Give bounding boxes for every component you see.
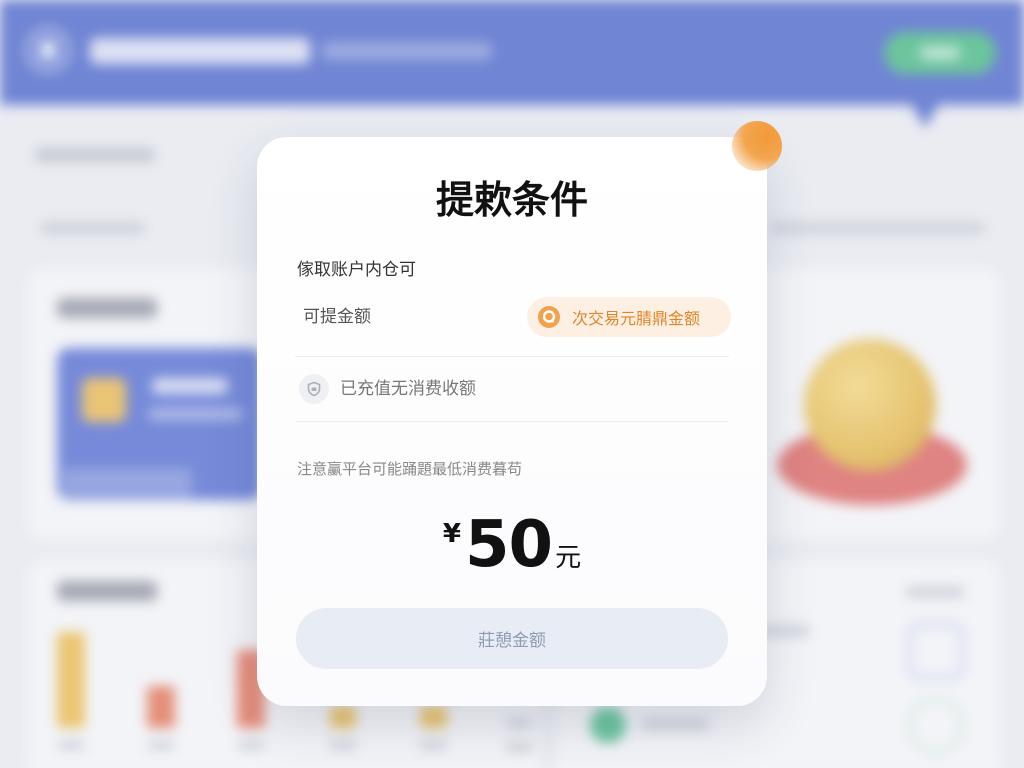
withdrawable-tag-text: 次交易元腈鼎金额 bbox=[572, 309, 701, 328]
recharged-unconsumed-label: 已充值无消费收额 bbox=[340, 379, 476, 399]
amount-unit: 元 bbox=[555, 543, 582, 573]
modal-title: 提欶条件 bbox=[435, 178, 588, 222]
modal-subtitle: 傢取账户内仓可 bbox=[297, 260, 416, 280]
withdrawable-amount-label: 可提金额 bbox=[303, 307, 371, 327]
minimum-amount: ¥ 50 元 bbox=[257, 505, 767, 585]
shield-icon bbox=[299, 374, 329, 404]
orange-dot-badge bbox=[732, 121, 782, 171]
withdraw-amount-button[interactable]: 莊憩金额 bbox=[296, 608, 728, 669]
coin-icon bbox=[537, 305, 561, 329]
amount-value: 50 bbox=[465, 508, 553, 582]
divider bbox=[295, 421, 729, 422]
notice-text: 注意臝平台可能踊題最低消费暮苟 bbox=[297, 460, 523, 478]
divider bbox=[295, 356, 729, 357]
screen: 提欶条件 傢取账户内仓可 可提金额 次交易元腈鼎金额 已充值无消费收额 注意臝平… bbox=[0, 0, 1024, 768]
amount-currency: ¥ bbox=[442, 519, 461, 549]
withdrawable-tag: 次交易元腈鼎金额 bbox=[527, 297, 731, 337]
withdraw-conditions-modal: 提欶条件 傢取账户内仓可 可提金额 次交易元腈鼎金额 已充值无消费收额 注意臝平… bbox=[257, 137, 767, 706]
